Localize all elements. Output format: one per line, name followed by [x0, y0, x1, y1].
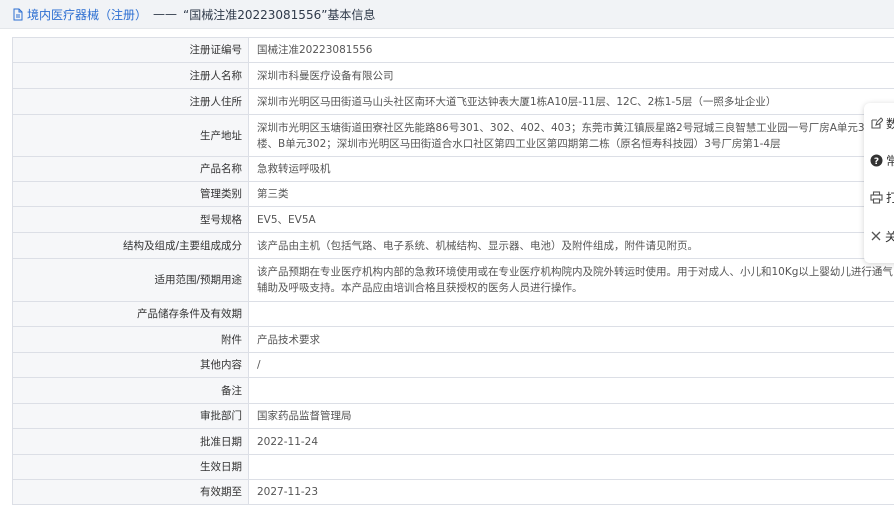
field-label: 附件 — [12, 326, 249, 353]
field-value: 深圳市光明区马田街道马山头社区南环大道飞亚达钟表大厦1栋A10层-11层、12C… — [248, 88, 894, 115]
field-value: 急救转运呼吸机 — [248, 156, 894, 182]
field-label: 结构及组成/主要组成成分 — [12, 232, 249, 259]
field-label: 注册人住所 — [12, 88, 249, 115]
table-row: 附件 产品技术要求 — [12, 326, 894, 353]
table-row: 有效期至 2027-11-23 — [12, 479, 894, 505]
table-row: 审批部门 国家药品监督管理局 — [12, 403, 894, 429]
field-label: 管理类别 — [12, 181, 249, 207]
table-row: 注册证编号 国械注准20223081556 — [12, 37, 894, 63]
field-label: 其他内容 — [12, 352, 249, 378]
field-label: 生产地址 — [12, 114, 249, 157]
print-button[interactable]: 打 — [870, 187, 894, 207]
field-value: 该产品预期在专业医疗机构内部的急救环境使用或在专业医疗机构院内及院外转运时使用。… — [248, 258, 894, 302]
field-value: / — [248, 352, 894, 378]
close-icon — [871, 231, 881, 241]
field-label: 注册证编号 — [12, 37, 249, 63]
table-row: 其他内容 / — [12, 352, 894, 378]
table-row: 结构及组成/主要组成成分 该产品由主机（包括气路、电子系统、机械结构、显示器、电池… — [12, 232, 894, 259]
field-value: 第三类 — [248, 181, 894, 207]
table-row: 适用范围/预期用途 该产品预期在专业医疗机构内部的急救环境使用或在专业医疗机构院内… — [12, 258, 894, 302]
breadcrumb-category-link[interactable]: 境内医疗器械（注册） — [27, 6, 147, 23]
table-row: 注册人名称 深圳市科曼医疗设备有限公司 — [12, 62, 894, 89]
table-row: 生产地址 深圳市光明区玉塘街道田寮社区先能路86号301、302、402、403；… — [12, 114, 894, 157]
field-value: 深圳市科曼医疗设备有限公司 — [248, 62, 894, 89]
print-icon — [870, 190, 883, 204]
field-label: 型号规格 — [12, 206, 249, 233]
field-value — [248, 301, 894, 327]
table-row: 注册人住所 深圳市光明区马田街道马山头社区南环大道飞亚达钟表大厦1栋A10层-11… — [12, 88, 894, 115]
table-row: 产品名称 急救转运呼吸机 — [12, 156, 894, 182]
detail-table: 注册证编号 国械注准20223081556 注册人名称 深圳市科曼医疗设备有限公司 … — [12, 37, 894, 505]
svg-text:?: ? — [874, 157, 879, 167]
field-label: 备注 — [12, 377, 249, 404]
field-value: EV5、EV5A — [248, 206, 894, 233]
field-value: 深圳市光明区玉塘街道田寮社区先能路86号301、302、402、403；东莞市黄… — [248, 114, 894, 157]
field-value — [248, 377, 894, 404]
table-row: 型号规格 EV5、EV5A — [12, 206, 894, 233]
field-value — [248, 454, 894, 480]
field-label: 适用范围/预期用途 — [12, 258, 249, 302]
field-value: 2022-11-24 — [248, 428, 894, 455]
table-row: 备注 — [12, 377, 894, 404]
page-title: “国械注准20223081556”基本信息 — [183, 7, 376, 22]
field-label: 生效日期 — [12, 454, 249, 480]
field-value: 该产品由主机（包括气路、电子系统、机械结构、显示器、电池）及附件组成，附件请见附… — [248, 232, 894, 259]
field-label: 审批部门 — [12, 403, 249, 429]
field-label: 有效期至 — [12, 479, 249, 505]
field-label: 产品储存条件及有效期 — [12, 301, 249, 327]
close-button-label: 关 — [885, 229, 894, 244]
edit-icon — [871, 116, 883, 129]
field-value: 2027-11-23 — [248, 479, 894, 505]
field-label: 产品名称 — [12, 156, 249, 182]
field-label: 注册人名称 — [12, 62, 249, 89]
close-button[interactable]: 关 — [870, 226, 894, 246]
print-button-label: 打 — [886, 190, 894, 205]
field-label: 批准日期 — [12, 428, 249, 455]
table-row: 生效日期 — [12, 454, 894, 480]
data-button-label: 数 — [886, 116, 894, 131]
faq-button[interactable]: ? 常 — [870, 150, 894, 170]
faq-button-label: 常 — [886, 153, 894, 168]
help-icon: ? — [870, 154, 883, 167]
table-row: 产品储存条件及有效期 — [12, 301, 894, 327]
breadcrumb: 境内医疗器械（注册） —— “国械注准20223081556”基本信息 — [0, 0, 894, 29]
field-value: 产品技术要求 — [248, 326, 894, 353]
field-value: 国家药品监督管理局 — [248, 403, 894, 429]
data-button[interactable]: 数 — [870, 113, 894, 133]
floating-action-panel: 数 ? 常 打 关 — [864, 103, 894, 263]
document-icon — [12, 8, 24, 21]
table-row: 管理类别 第三类 — [12, 181, 894, 207]
table-row: 批准日期 2022-11-24 — [12, 428, 894, 455]
breadcrumb-separator: —— — [153, 7, 178, 21]
field-value: 国械注准20223081556 — [248, 37, 894, 63]
